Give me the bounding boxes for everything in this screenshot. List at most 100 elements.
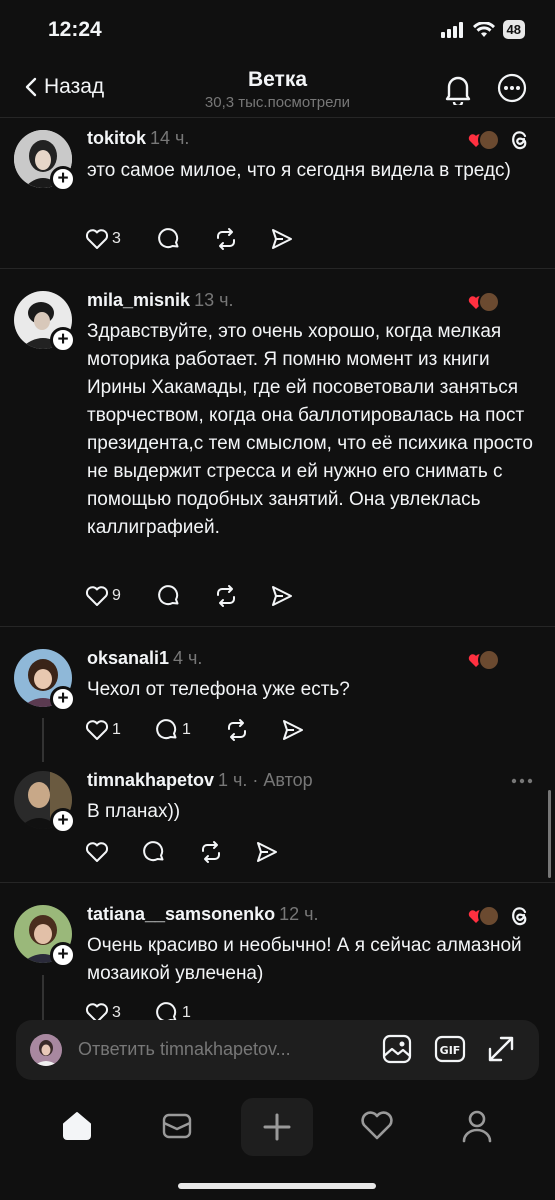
post-menu-button[interactable] bbox=[510, 772, 534, 790]
like-button[interactable] bbox=[85, 841, 142, 863]
divider bbox=[0, 882, 555, 883]
follow-plus-icon[interactable]: + bbox=[50, 327, 76, 353]
reply-button[interactable]: 1 bbox=[155, 718, 225, 742]
post-actions: 1 1 bbox=[85, 715, 305, 745]
heart-icon bbox=[85, 229, 109, 249]
post-actions bbox=[85, 837, 279, 867]
post-text: это самое милое, что я сегодня видела в … bbox=[87, 160, 511, 181]
like-button[interactable]: 9 bbox=[85, 585, 157, 607]
post-actions: 3 bbox=[85, 224, 294, 254]
reply-button[interactable] bbox=[142, 840, 199, 864]
tab-profile[interactable] bbox=[441, 1098, 513, 1154]
heart-icon bbox=[85, 842, 109, 862]
post-text: Чехол от телефона уже есть? bbox=[87, 679, 350, 700]
reply-composer[interactable]: Ответить timnakhapetov... GIF bbox=[16, 1020, 539, 1080]
comment-icon bbox=[143, 841, 164, 862]
share-button[interactable] bbox=[270, 227, 294, 251]
post-actions: 9 bbox=[85, 581, 294, 611]
likers bbox=[468, 649, 500, 671]
svg-text:GIF: GIF bbox=[440, 1044, 461, 1057]
heart-icon bbox=[361, 1111, 393, 1140]
tab-create[interactable] bbox=[241, 1098, 313, 1156]
gif-icon: GIF bbox=[434, 1035, 466, 1063]
repost-icon bbox=[217, 228, 235, 250]
share-button[interactable] bbox=[255, 840, 279, 864]
attach-gif-button[interactable]: GIF bbox=[434, 1034, 466, 1069]
my-avatar bbox=[30, 1034, 62, 1066]
status-icons: 48 bbox=[440, 20, 525, 39]
post-text: Очень красиво и необычно! А я сейчас алм… bbox=[87, 935, 522, 984]
likers bbox=[468, 905, 500, 927]
home-icon bbox=[63, 1112, 91, 1140]
expand-composer-button[interactable] bbox=[486, 1034, 516, 1069]
post-username[interactable]: tokitok 14 ч. bbox=[87, 128, 189, 149]
like-button[interactable]: 1 bbox=[85, 719, 155, 741]
post-text: Здравствуйте, это очень хорошо, когда ме… bbox=[87, 321, 533, 538]
post-username[interactable]: oksanali1 4 ч. bbox=[87, 648, 202, 669]
ellipsis-icon bbox=[511, 778, 533, 784]
share-button[interactable] bbox=[270, 584, 294, 608]
attach-image-button[interactable] bbox=[382, 1034, 412, 1069]
status-bar: 12:24 48 bbox=[0, 0, 555, 60]
thread-line bbox=[42, 718, 44, 762]
repost-icon bbox=[202, 841, 220, 863]
reply-button[interactable] bbox=[157, 227, 214, 251]
repost-button[interactable] bbox=[214, 584, 270, 608]
post-time: 1 ч. · Автор bbox=[218, 770, 313, 790]
status-time: 12:24 bbox=[48, 18, 102, 41]
wifi-icon bbox=[472, 21, 495, 37]
like-count: 1 bbox=[112, 721, 121, 738]
thread-line bbox=[42, 975, 44, 1020]
comment-icon bbox=[158, 228, 179, 249]
home-indicator bbox=[178, 1183, 376, 1189]
liker-avatar bbox=[478, 291, 500, 313]
send-icon bbox=[272, 586, 292, 606]
comment-icon bbox=[158, 585, 179, 606]
more-options-button[interactable] bbox=[497, 73, 527, 108]
send-icon bbox=[283, 720, 303, 740]
like-count: 3 bbox=[112, 230, 121, 247]
repost-button[interactable] bbox=[225, 718, 281, 742]
repost-icon bbox=[217, 585, 235, 607]
post-time: 12 ч. bbox=[279, 904, 319, 924]
follow-plus-icon[interactable]: + bbox=[50, 166, 76, 192]
plus-icon bbox=[263, 1113, 291, 1141]
like-button[interactable]: 3 bbox=[85, 228, 157, 250]
share-button[interactable] bbox=[281, 718, 305, 742]
tab-inbox[interactable] bbox=[141, 1098, 213, 1154]
likers bbox=[468, 291, 500, 313]
repost-button[interactable] bbox=[214, 227, 270, 251]
repost-button[interactable] bbox=[199, 840, 255, 864]
reply-button[interactable] bbox=[157, 584, 214, 608]
image-icon bbox=[382, 1034, 412, 1064]
follow-plus-icon[interactable]: + bbox=[50, 808, 76, 834]
liker-avatar bbox=[478, 129, 500, 151]
liker-avatar bbox=[478, 649, 500, 671]
follow-plus-icon[interactable]: + bbox=[50, 686, 76, 712]
battery-indicator: 48 bbox=[502, 20, 525, 39]
post-text: В планах)) bbox=[87, 801, 181, 822]
post-username[interactable]: mila_misnik 13 ч. bbox=[87, 290, 233, 311]
post-username[interactable]: tatiana__samsonenko 12 ч. bbox=[87, 904, 318, 925]
like-count: 9 bbox=[112, 587, 121, 604]
repost-icon bbox=[228, 719, 246, 741]
bell-icon bbox=[445, 76, 471, 108]
heart-icon bbox=[85, 720, 109, 740]
notifications-button[interactable] bbox=[443, 73, 473, 110]
reply-input[interactable]: Ответить timnakhapetov... bbox=[78, 1039, 291, 1060]
divider bbox=[0, 268, 555, 269]
likers bbox=[468, 129, 500, 151]
divider bbox=[0, 626, 555, 627]
follow-plus-icon[interactable]: + bbox=[50, 942, 76, 968]
more-icon bbox=[497, 73, 527, 103]
post-username[interactable]: timnakhapetov 1 ч. · Автор bbox=[87, 770, 313, 791]
liker-avatar bbox=[478, 905, 500, 927]
tab-home[interactable] bbox=[41, 1098, 113, 1154]
tab-activity[interactable] bbox=[341, 1098, 413, 1154]
threads-icon bbox=[508, 128, 532, 157]
threads-icon bbox=[508, 904, 532, 933]
post-time: 13 ч. bbox=[194, 290, 234, 310]
scrollbar[interactable] bbox=[548, 790, 551, 878]
expand-icon bbox=[488, 1036, 514, 1062]
profile-icon bbox=[462, 1110, 492, 1143]
